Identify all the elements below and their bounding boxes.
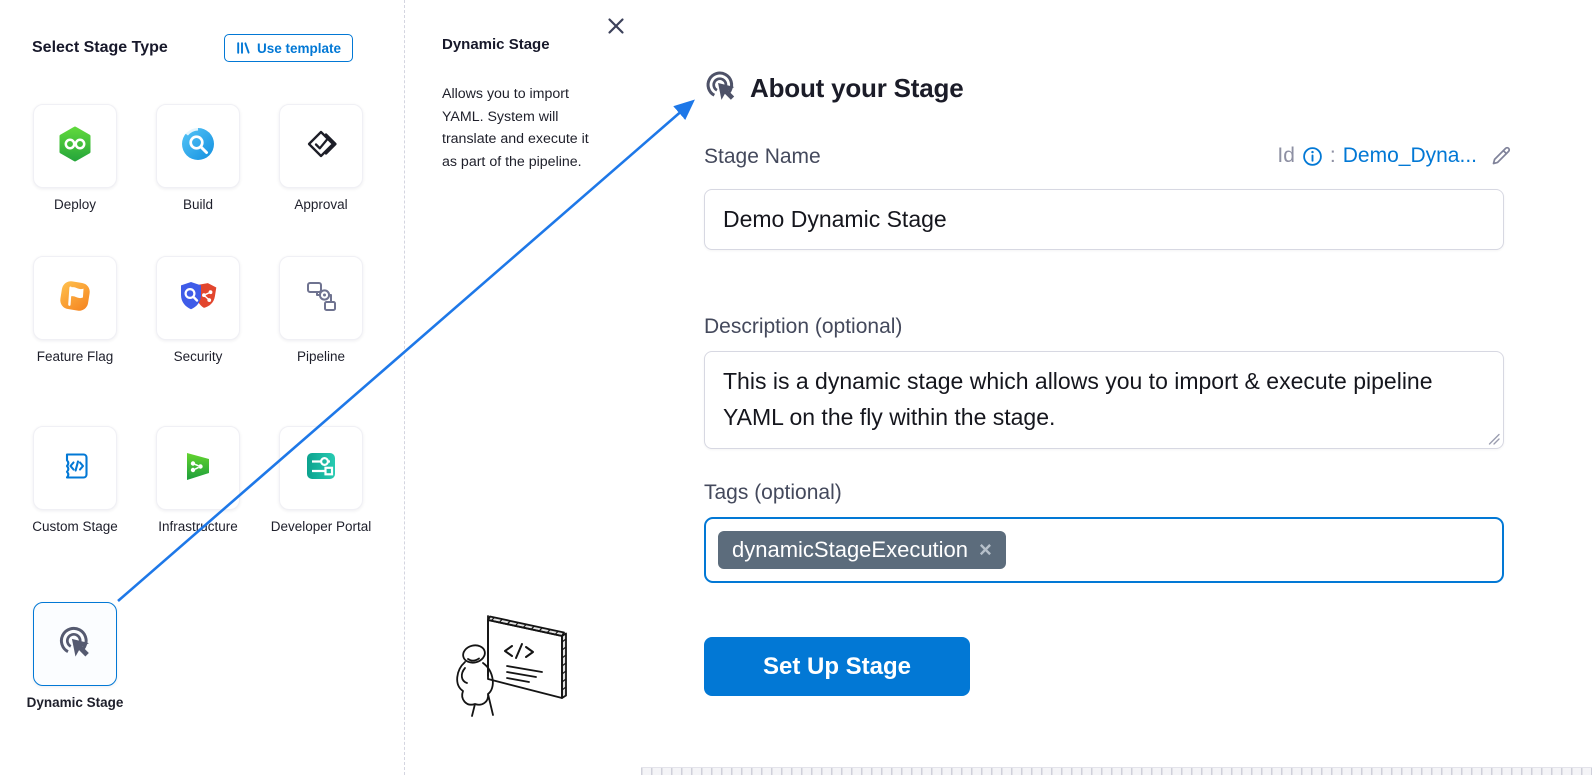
id-separator: : [1330,144,1336,168]
stage-name-input[interactable] [704,189,1504,250]
stage-card-build[interactable]: Build [156,104,240,213]
stage-card-custom-stage[interactable]: Custom Stage [33,426,117,535]
id-label: Id [1277,144,1295,168]
page-title: Select Stage Type [32,39,168,57]
stage-card-security[interactable]: Security [156,256,240,365]
stage-card-approval[interactable]: Approval [279,104,363,213]
stage-id-row: Id : Demo_Dyna... [1277,144,1513,168]
approval-icon [301,124,341,169]
set-up-stage-button[interactable]: Set Up Stage [704,637,970,696]
template-library-icon [236,41,250,55]
stage-card-dynamic-stage[interactable]: Dynamic Stage [33,602,117,711]
tags-label: Tags (optional) [704,481,842,505]
feature-flag-icon [55,276,95,321]
deploy-icon [55,124,95,169]
description-textarea[interactable]: This is a dynamic stage which allows you… [704,351,1504,449]
pipeline-icon [301,276,341,321]
panel-divider [404,0,405,775]
stage-card-pipeline[interactable]: Pipeline [279,256,363,365]
stage-name-label: Stage Name [704,145,821,169]
description-label: Description (optional) [704,315,902,339]
dynamic-stage-icon [701,66,741,111]
stage-card-developer-portal[interactable]: Developer Portal [279,426,363,535]
dynamic-stage-icon [54,621,96,668]
edit-pencil-icon[interactable] [1489,144,1513,168]
close-icon[interactable] [605,15,627,37]
stage-card-deploy[interactable]: Deploy [33,104,117,213]
custom-stage-icon [55,446,95,491]
developer-portal-icon [301,446,341,491]
stage-id-value[interactable]: Demo_Dyna... [1343,144,1477,168]
info-panel-title: Dynamic Stage [442,36,550,53]
presenter-illustration [450,608,590,735]
stage-card-feature-flag[interactable]: Feature Flag [33,256,117,365]
tag-chip: dynamicStageExecution × [718,531,1006,569]
info-panel-description: Allows you to import YAML. System will t… [442,83,594,173]
tag-text: dynamicStageExecution [732,537,968,563]
security-icon [177,276,219,321]
pipeline-canvas-edge [641,767,1592,775]
tags-input[interactable]: dynamicStageExecution × [704,517,1504,583]
infrastructure-icon [178,446,218,491]
use-template-button[interactable]: Use template [224,34,353,62]
stage-card-infrastructure[interactable]: Infrastructure [156,426,240,535]
tag-remove-icon[interactable]: × [979,539,992,561]
build-icon [178,124,218,169]
info-icon[interactable] [1302,146,1323,167]
form-title: About your Stage [750,73,963,104]
